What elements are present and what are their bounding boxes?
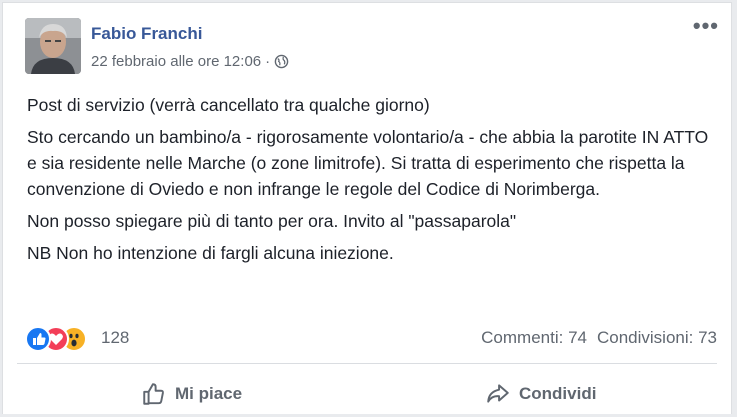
post-timestamp[interactable]: 22 febbraio alle ore 12:06 [91, 53, 261, 70]
post-actions: Mi piace Condividi [3, 373, 731, 417]
post-header: Fabio Franchi 22 febbraio alle ore 12:06… [25, 15, 718, 78]
post-body: Post di servizio (verrà cancellato tra q… [27, 92, 717, 272]
avatar[interactable] [25, 18, 81, 74]
shares-count[interactable]: Condivisioni: 73 [597, 328, 717, 347]
post-paragraph: Post di servizio (verrà cancellato tra q… [27, 95, 430, 115]
like-icon [25, 326, 51, 352]
post-paragraph: Non posso spiegare più di tanto per ora.… [27, 211, 517, 231]
post-paragraph: NB Non ho intenzione di fargli alcuna in… [27, 243, 394, 263]
author-name[interactable]: Fabio Franchi [91, 24, 202, 44]
divider [17, 363, 717, 364]
post-stats: Commenti: 74 Condivisioni: 73 [481, 328, 717, 348]
thumbs-up-icon [143, 383, 164, 405]
share-button[interactable]: Condividi [485, 379, 596, 409]
reaction-count[interactable]: 128 [101, 328, 129, 348]
avatar-photo [25, 18, 81, 74]
globe-icon[interactable] [274, 54, 289, 69]
post-card: Fabio Franchi 22 febbraio alle ore 12:06… [2, 2, 732, 414]
like-button-label: Mi piace [175, 384, 243, 403]
comments-count[interactable]: Commenti: 74 [481, 328, 587, 347]
share-icon [487, 384, 509, 403]
meta-separator: · [265, 53, 271, 70]
share-button-label: Condividi [519, 384, 597, 403]
post-meta: 22 febbraio alle ore 12:06 · [91, 53, 289, 70]
post-paragraph: Sto cercando un bambino/a - rigorosament… [27, 127, 709, 199]
more-options-icon[interactable]: ••• [693, 15, 719, 37]
like-button[interactable]: Mi piace [141, 379, 242, 409]
reactions-bar: 128 Commenti: 74 Condivisioni: 73 [25, 326, 717, 352]
